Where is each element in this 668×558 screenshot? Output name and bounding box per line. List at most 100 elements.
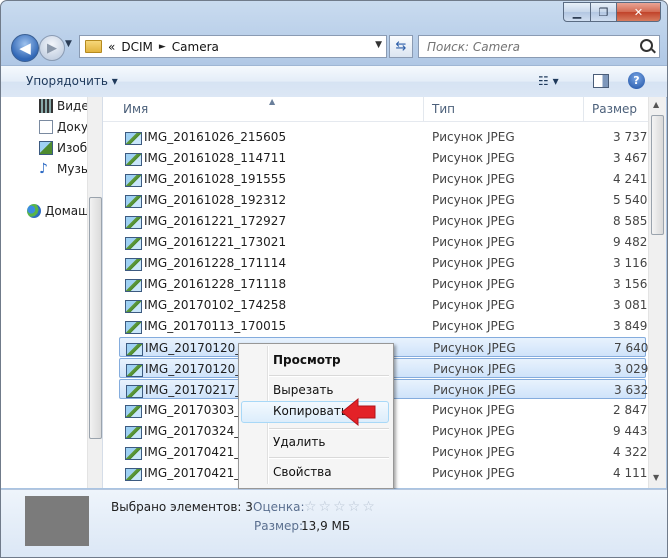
- file-type: Рисунок JPEG: [432, 403, 515, 417]
- video-library-icon: [39, 99, 53, 113]
- file-size: 4 322: [613, 445, 648, 459]
- change-view-button[interactable]: ☷ ▾: [538, 74, 559, 88]
- documents-library-icon: [39, 120, 53, 134]
- nav-pane-scroll-thumb[interactable]: [89, 197, 102, 439]
- file-type: Рисунок JPEG: [433, 383, 516, 397]
- column-divider[interactable]: [583, 97, 584, 121]
- column-divider[interactable]: [423, 97, 424, 121]
- file-type: Рисунок JPEG: [432, 193, 515, 207]
- pictures-library-icon: [39, 141, 53, 155]
- folder-icon: [85, 40, 102, 53]
- file-name: IMG_20161028_114711: [144, 151, 287, 165]
- file-size: 7 640: [614, 341, 648, 355]
- file-size: 3 029: [614, 362, 648, 376]
- file-row[interactable]: IMG_20170113_170015 Рисунок JPEG 3 849: [119, 316, 648, 336]
- command-bar: Упорядочить ▾ ☷ ▾ ?: [1, 65, 667, 98]
- jpeg-file-icon: [126, 385, 143, 398]
- file-row[interactable]: IMG_20161028_114711 Рисунок JPEG 3 467: [119, 148, 647, 168]
- jpeg-file-icon: [125, 195, 142, 208]
- jpeg-file-icon: [125, 447, 142, 460]
- file-type: Рисунок JPEG: [432, 214, 515, 228]
- column-header: Имя ▲ Тип Размер: [103, 97, 648, 122]
- file-row[interactable]: IMG_20161221_172927 Рисунок JPEG 8 585: [119, 211, 648, 231]
- menu-separator: [269, 375, 389, 377]
- search-box[interactable]: [418, 35, 660, 58]
- file-size: 8 585: [613, 214, 648, 228]
- music-library-icon: ♪: [39, 161, 48, 177]
- file-type: Рисунок JPEG: [433, 341, 516, 355]
- file-row[interactable]: IMG_20161026_215605 Рисунок JPEG 3 737: [119, 127, 648, 147]
- jpeg-file-icon: [125, 174, 142, 187]
- homegroup-icon: [27, 204, 41, 218]
- organize-button[interactable]: Упорядочить ▾: [26, 74, 118, 88]
- address-dropdown-icon[interactable]: ▼: [375, 40, 382, 50]
- file-type: Рисунок JPEG: [433, 362, 516, 376]
- search-input[interactable]: [425, 38, 629, 55]
- back-button[interactable]: ◀: [11, 34, 39, 62]
- menu-separator: [269, 428, 389, 430]
- file-size: 3 081: [613, 298, 648, 312]
- menu-item-cut[interactable]: Вырезать: [273, 383, 334, 397]
- address-bar[interactable]: « DCIM ► Camera ▼: [79, 35, 387, 58]
- menu-item-copy[interactable]: Копировать: [273, 404, 348, 418]
- rating-stars[interactable]: ☆☆☆☆☆: [304, 499, 377, 515]
- breadcrumb-camera[interactable]: Camera: [172, 40, 219, 54]
- file-list-scrollbar[interactable]: ▲ ▼: [648, 97, 666, 488]
- breadcrumb-dcim[interactable]: DCIM: [121, 40, 153, 54]
- file-row[interactable]: IMG_20161221_173021 Рисунок JPEG 9 482: [119, 232, 647, 252]
- file-name: IMG_20161221_172927: [144, 214, 287, 228]
- file-row[interactable]: IMG_20161028_191555 Рисунок JPEG 4 241: [119, 169, 648, 189]
- jpeg-file-icon: [125, 300, 142, 313]
- jpeg-file-icon: [125, 426, 142, 439]
- search-icon[interactable]: [640, 39, 653, 52]
- selection-thumbnail: [25, 496, 89, 546]
- file-name: IMG_20161228_171118: [144, 277, 287, 291]
- help-icon[interactable]: ?: [628, 72, 645, 89]
- column-size[interactable]: Размер: [592, 102, 637, 116]
- file-size: 3 116: [613, 256, 648, 270]
- scroll-up-icon[interactable]: ▲: [653, 100, 659, 109]
- minimize-button[interactable]: ▁: [563, 2, 591, 22]
- file-type: Рисунок JPEG: [432, 445, 515, 459]
- file-size: 9 443: [613, 424, 648, 438]
- recent-pages-dropdown[interactable]: ▼: [65, 39, 72, 49]
- jpeg-file-icon: [126, 343, 143, 356]
- file-list-scroll-thumb[interactable]: [651, 115, 664, 235]
- file-type: Рисунок JPEG: [432, 466, 515, 480]
- maximize-button[interactable]: ❐: [591, 2, 617, 22]
- address-chevron[interactable]: «: [108, 40, 115, 54]
- file-name: IMG_20161028_192312: [144, 193, 287, 207]
- file-size: 2 847: [613, 403, 648, 417]
- preview-pane-icon[interactable]: [593, 74, 609, 88]
- forward-button[interactable]: ▶: [39, 35, 65, 61]
- file-row[interactable]: IMG_20161228_171118 Рисунок JPEG 3 156: [119, 274, 647, 294]
- file-size: 3 737: [613, 130, 648, 144]
- file-name: IMG_20161221_173021: [144, 235, 287, 249]
- menu-item-delete[interactable]: Удалить: [273, 435, 326, 449]
- column-name[interactable]: Имя: [123, 102, 148, 116]
- file-type: Рисунок JPEG: [432, 235, 515, 249]
- sort-ascending-icon: ▲: [269, 97, 276, 106]
- jpeg-file-icon: [125, 237, 142, 250]
- file-size: 3 632: [614, 383, 648, 397]
- menu-item-view[interactable]: Просмотр: [273, 353, 341, 367]
- file-size: 3 849: [613, 319, 648, 333]
- column-type[interactable]: Тип: [432, 102, 455, 116]
- file-name: IMG_20161026_215605: [144, 130, 287, 144]
- file-row[interactable]: IMG_20170102_174258 Рисунок JPEG 3 081: [119, 295, 648, 315]
- jpeg-file-icon: [125, 405, 142, 418]
- file-type: Рисунок JPEG: [432, 130, 515, 144]
- jpeg-file-icon: [125, 468, 142, 481]
- menu-item-properties[interactable]: Свойства: [273, 465, 332, 479]
- file-size: 4 241: [613, 172, 648, 186]
- scroll-down-icon[interactable]: ▼: [653, 473, 659, 482]
- file-name: IMG_20170102_174258: [144, 298, 287, 312]
- file-row[interactable]: IMG_20161228_171114 Рисунок JPEG 3 116: [119, 253, 648, 273]
- file-name: IMG_20161028_191555: [144, 172, 287, 186]
- file-row[interactable]: IMG_20161028_192312 Рисунок JPEG 5 540: [119, 190, 647, 210]
- breadcrumb-separator[interactable]: ►: [159, 42, 166, 52]
- jpeg-file-icon: [125, 132, 142, 145]
- refresh-button[interactable]: ⇆: [389, 35, 413, 58]
- close-button[interactable]: ✕: [617, 2, 661, 22]
- selected-count: Выбрано элементов: 3: [111, 500, 253, 514]
